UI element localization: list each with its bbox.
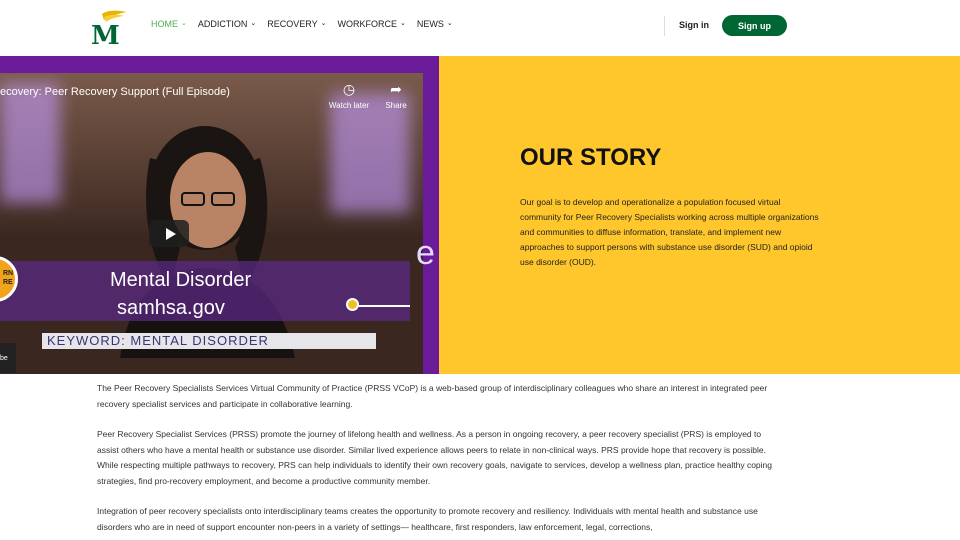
nav-workforce[interactable]: WORKFORCE ⌄ <box>337 19 405 29</box>
main-nav: HOME ⌄ ADDICTION ⌄ RECOVERY ⌄ WORKFORCE ⌄ NE… <box>151 19 464 29</box>
decorative-line <box>355 305 410 307</box>
video-light-left <box>0 83 60 203</box>
integration-paragraph: Integration of peer recovery specialists… <box>97 506 758 532</box>
university-logo[interactable]: M <box>88 8 128 48</box>
intro-paragraph: The Peer Recovery Specialists Services V… <box>97 383 768 409</box>
svg-text:M: M <box>91 21 120 48</box>
lower-third-title: Mental Disorder <box>110 269 252 291</box>
play-icon <box>165 227 176 240</box>
video-light-right <box>330 93 410 213</box>
keyword-strip: KEYWORD: MENTAL DISORDER <box>42 333 376 349</box>
sign-in-link[interactable]: Sign in <box>679 20 709 30</box>
nav-news-label: NEWS <box>416 19 444 29</box>
embedded-video[interactable]: ecovery: Peer Recovery Support (Full Epi… <box>0 73 423 374</box>
learn-more-badge-text: RN RE <box>3 270 14 286</box>
lower-third-site: samhsa.gov <box>117 297 225 319</box>
main-content: The Peer Recovery Specialists Services V… <box>97 381 777 540</box>
share-button[interactable]: ➦ Share <box>373 81 419 110</box>
nav-addiction[interactable]: ADDICTION ⌄ <box>198 19 256 29</box>
clock-icon: ◷ <box>342 81 356 97</box>
play-button[interactable] <box>149 220 189 247</box>
prss-paragraph: Peer Recovery Specialist Services (PRSS)… <box>97 429 772 486</box>
decorative-dot <box>346 298 359 311</box>
chevron-down-icon: ⌄ <box>446 20 453 27</box>
sign-up-button[interactable]: Sign up <box>722 15 787 36</box>
video-title[interactable]: ecovery: Peer Recovery Support (Full Epi… <box>0 86 230 98</box>
our-story-heading: OUR STORY <box>520 144 662 171</box>
site-header: M HOME ⌄ ADDICTION ⌄ RECOVERY ⌄ WORKFORCE ⌄ … <box>0 0 960 56</box>
chevron-down-icon: ⌄ <box>320 20 327 27</box>
nav-home-label: HOME <box>151 19 178 29</box>
hero-video-panel: ecovery: Peer Recovery Support (Full Epi… <box>0 56 439 374</box>
nav-addiction-label: ADDICTION <box>197 19 248 29</box>
nav-recovery-label: RECOVERY <box>267 19 318 29</box>
youtube-tag-text: be <box>0 354 8 362</box>
watch-later-button[interactable]: ◷ Watch later <box>326 81 372 110</box>
header-divider <box>664 16 665 36</box>
nav-recovery[interactable]: RECOVERY ⌄ <box>267 19 326 29</box>
share-arrow-icon: ➦ <box>390 81 402 97</box>
our-story-text: Our goal is to develop and operationaliz… <box>520 197 819 267</box>
youtube-tag[interactable]: be <box>0 343 16 373</box>
chevron-down-icon: ⌄ <box>399 20 406 27</box>
our-story-panel: OUR STORY Our goal is to develop and ope… <box>439 56 960 374</box>
share-label: Share <box>385 101 407 110</box>
watch-later-label: Watch later <box>328 101 370 110</box>
keyword-text: KEYWORD: MENTAL DISORDER <box>47 333 269 348</box>
nav-home[interactable]: HOME ⌄ <box>151 19 187 29</box>
side-letter: e <box>416 234 435 272</box>
chevron-down-icon: ⌄ <box>181 20 187 27</box>
nav-workforce-label: WORKFORCE <box>337 19 397 29</box>
chevron-down-icon: ⌄ <box>250 20 257 27</box>
nav-news[interactable]: NEWS ⌄ <box>417 19 453 29</box>
